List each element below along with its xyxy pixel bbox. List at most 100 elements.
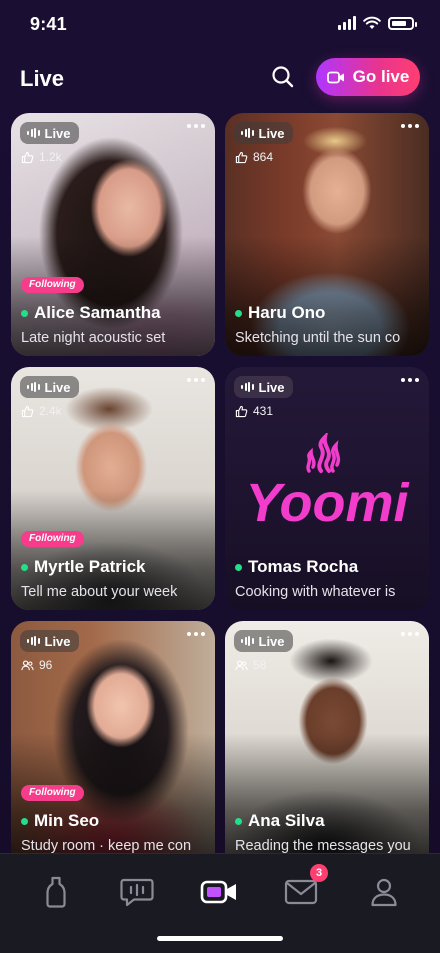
tab-profile[interactable]: [364, 872, 404, 912]
stream-subtitle: Cooking with whatever is: [235, 584, 396, 600]
bottle-icon: [46, 876, 66, 908]
live-wave-icon: [241, 382, 254, 392]
stream-subtitle: Reading the messages you: [235, 838, 411, 853]
status-bar: 9:41: [0, 0, 440, 54]
svg-text:Yoomi: Yoomi: [245, 473, 409, 533]
stat-value: 864: [253, 150, 274, 164]
live-card[interactable]: Live 96 Following Min Seo Study room · k…: [11, 621, 215, 853]
status-time: 9:41: [30, 14, 67, 34]
tab-bottle[interactable]: [36, 872, 76, 912]
stat-count: 864: [235, 150, 273, 164]
more-options-icon[interactable]: [401, 124, 419, 128]
live-badge: Live: [234, 122, 293, 144]
live-badge-label: Live: [44, 633, 71, 649]
page-title: Live: [20, 66, 65, 91]
stat-value: 96: [39, 658, 53, 672]
stream-subtitle: Study room · keep me con: [21, 838, 192, 853]
battery-icon: [388, 16, 417, 30]
stat-value: 58: [253, 658, 267, 672]
stat-count: 431: [235, 404, 273, 418]
streamer-name: Myrtle Patrick: [21, 557, 146, 577]
live-badge-label: Live: [258, 633, 285, 649]
thumbs-up-icon: [21, 405, 34, 417]
stat-value: 1.2k: [39, 150, 62, 164]
live-badge: Live: [234, 630, 293, 652]
streamer-name: Min Seo: [21, 811, 99, 831]
online-dot: [235, 309, 242, 317]
go-live-button[interactable]: Go live: [316, 58, 420, 96]
search-icon: [272, 66, 294, 88]
stat-count: 1.2k: [21, 150, 62, 164]
mail-icon: [284, 879, 318, 905]
streamer-name: Haru Ono: [235, 303, 325, 323]
streamer-name-text: Haru Ono: [248, 303, 326, 322]
wifi-icon: [363, 16, 381, 29]
header: Live Go live: [0, 58, 440, 98]
online-dot: [235, 817, 242, 825]
streamer-name-text: Ana Silva: [248, 811, 325, 830]
online-dot: [21, 817, 28, 825]
live-wave-icon: [27, 636, 40, 646]
online-dot: [21, 309, 28, 317]
live-wave-icon: [241, 128, 254, 138]
streamer-name-text: Min Seo: [34, 811, 100, 830]
more-options-icon[interactable]: [401, 378, 419, 382]
home-indicator: [157, 936, 283, 941]
stream-subtitle: Late night acoustic set: [21, 330, 166, 346]
online-dot: [21, 563, 28, 571]
live-badge: Live: [234, 376, 293, 398]
live-badge: Live: [20, 122, 79, 144]
live-card[interactable]: Live 431 Yoomi Tomas Rocha Cooking with …: [225, 367, 429, 610]
thumbs-up-icon: [21, 151, 34, 163]
live-badge-label: Live: [258, 125, 285, 141]
stat-value: 2.4k: [39, 404, 62, 418]
signal-icon: [338, 16, 356, 30]
profile-icon: [371, 878, 397, 907]
stat-count: 96: [21, 658, 52, 672]
live-wave-icon: [241, 636, 254, 646]
more-options-icon[interactable]: [187, 632, 205, 636]
tab-chat[interactable]: [117, 872, 157, 912]
streamer-name-text: Tomas Rocha: [248, 557, 359, 576]
following-badge: Following: [21, 277, 84, 293]
stream-subtitle: Tell me about your week: [21, 584, 178, 600]
more-options-icon[interactable]: [187, 124, 205, 128]
following-badge: Following: [21, 531, 84, 547]
streamer-name: Tomas Rocha: [235, 557, 358, 577]
stat-value: 431: [253, 404, 274, 418]
video-camera-icon: [326, 71, 344, 83]
video-camera-icon: [200, 880, 236, 904]
live-card[interactable]: Live 2.4k Following Myrtle Patrick Tell …: [11, 367, 215, 610]
chat-bubble-icon: [120, 878, 154, 907]
live-card[interactable]: Live 58 Ana Silva Reading the messages y…: [225, 621, 429, 853]
stat-count: 58: [235, 658, 266, 672]
more-options-icon[interactable]: [187, 378, 205, 382]
live-card[interactable]: Live 1.2k Following Alice Samantha Late …: [11, 113, 215, 356]
live-badge-label: Live: [258, 379, 285, 395]
viewers-icon: [21, 659, 34, 670]
following-badge: Following: [21, 785, 84, 801]
viewers-icon: [235, 659, 248, 670]
thumbs-up-icon: [235, 405, 248, 417]
tab-live[interactable]: [199, 872, 239, 912]
online-dot: [235, 563, 242, 571]
live-badge-label: Live: [44, 379, 71, 395]
live-wave-icon: [27, 128, 40, 138]
search-button[interactable]: [270, 64, 296, 90]
thumbs-up-icon: [235, 151, 248, 163]
yoomi-logo: Yoomi: [245, 433, 409, 533]
streamer-name: Alice Samantha: [21, 303, 161, 323]
live-badge-label: Live: [44, 125, 71, 141]
live-badge: Live: [20, 376, 79, 398]
live-badge: Live: [20, 630, 79, 652]
go-live-label: Go live: [352, 67, 410, 86]
streamer-name: Ana Silva: [235, 811, 325, 831]
stat-count: 2.4k: [21, 404, 62, 418]
more-options-icon[interactable]: [401, 632, 419, 636]
stream-subtitle: Sketching until the sun co: [235, 330, 401, 346]
streamer-name-text: Myrtle Patrick: [34, 557, 146, 576]
live-card[interactable]: Live 864 Haru Ono Sketching until the su…: [225, 113, 429, 356]
live-wave-icon: [27, 382, 40, 392]
status-icons: [338, 16, 417, 30]
messages-badge: 3: [310, 864, 328, 882]
